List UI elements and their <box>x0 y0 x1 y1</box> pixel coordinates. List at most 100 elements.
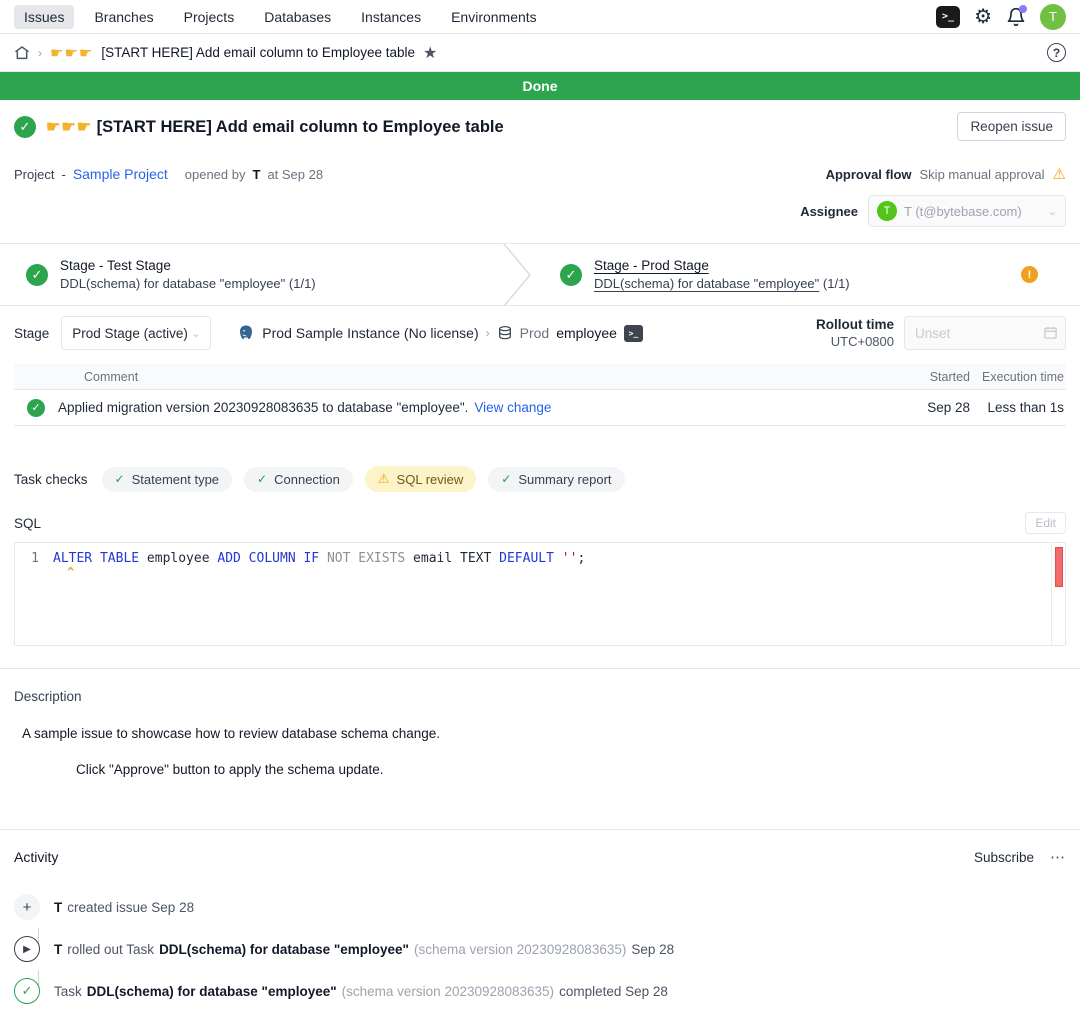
calendar-icon <box>1043 325 1058 340</box>
activity-label: Activity <box>14 849 58 865</box>
editor-warning-marker <box>1055 547 1063 587</box>
stage-warning-icon[interactable]: ! <box>1021 266 1038 283</box>
status-banner: Done <box>0 72 1080 100</box>
table-header: Comment Started Execution time <box>14 364 1066 390</box>
nav-actions: >_ ⚙ T <box>936 4 1066 30</box>
sql-editor-icon[interactable]: >_ <box>936 6 960 28</box>
check-pass-icon: ✓ <box>501 472 511 486</box>
open-sql-editor-icon[interactable]: >_ <box>624 325 643 342</box>
breadcrumb-title[interactable]: [START HERE] Add email column to Employe… <box>101 45 415 60</box>
nav-item-projects[interactable]: Projects <box>174 5 245 29</box>
nav-item-databases[interactable]: Databases <box>254 5 341 29</box>
sql-edit-button[interactable]: Edit <box>1025 512 1066 534</box>
user-avatar[interactable]: T <box>1040 4 1066 30</box>
check-circle-icon: ✓ <box>14 978 40 1004</box>
description-label: Description <box>14 689 1066 704</box>
nav-item-issues[interactable]: Issues <box>14 5 74 29</box>
breadcrumb-bar: › ☛☛☛ [START HERE] Add email column to E… <box>0 34 1080 72</box>
description-line: Click "Approve" button to apply the sche… <box>76 762 1066 777</box>
check-summary-report[interactable]: ✓ Summary report <box>488 467 624 492</box>
project-link[interactable]: Sample Project <box>73 166 168 182</box>
database-name[interactable]: employee <box>556 325 617 341</box>
stage-toolbar: Stage Prod Stage (active) ⌄ Prod Sample … <box>0 306 1080 362</box>
notifications-bell-icon[interactable] <box>1006 7 1026 27</box>
view-change-link[interactable]: View change <box>474 400 551 415</box>
line-number: 1 <box>15 551 53 566</box>
activity-item-rollout: ▶ T rolled out Task DDL(schema) for data… <box>14 928 1066 970</box>
settings-gear-icon[interactable]: ⚙ <box>974 7 992 27</box>
activity-feed: + T created issue Sep 28 ▶ T rolled out … <box>14 886 1066 1012</box>
rollout-time: Rollout time UTC+0800 <box>816 316 1066 350</box>
rollout-time-input[interactable] <box>904 316 1066 350</box>
pointer-emoji: ☛☛☛ <box>50 44 93 62</box>
check-statement-type[interactable]: ✓ Statement type <box>102 467 233 492</box>
opened-at-text: at Sep 28 <box>267 167 323 182</box>
task-run-table: Comment Started Execution time ✓ Applied… <box>14 364 1066 426</box>
nav-item-environments[interactable]: Environments <box>441 5 547 29</box>
check-sql-review[interactable]: ⚠ SQL review <box>365 466 476 492</box>
opened-by-text: opened by <box>185 167 246 182</box>
top-nav: Issues Branches Projects Databases Insta… <box>0 0 1080 34</box>
assignee-select[interactable]: T T (t@bytebase.com) ⌄ <box>868 195 1066 227</box>
table-row[interactable]: ✓ Applied migration version 202309280836… <box>14 390 1066 425</box>
nav-item-branches[interactable]: Branches <box>84 5 163 29</box>
check-pass-icon: ✓ <box>257 472 267 486</box>
more-options-icon[interactable]: ⋯ <box>1050 848 1066 866</box>
task-checks-label: Task checks <box>14 472 88 487</box>
stage-card-test[interactable]: ✓ Stage - Test Stage DDL(schema) for dat… <box>0 244 500 305</box>
rollout-timezone: UTC+0800 <box>816 334 894 351</box>
subscribe-button[interactable]: Subscribe <box>974 850 1034 865</box>
rollout-time-label: Rollout time <box>816 316 894 334</box>
database-env: Prod <box>520 325 550 341</box>
stage-select-label: Stage <box>14 326 49 341</box>
task-comment: Applied migration version 20230928083635… <box>58 400 468 415</box>
sql-section-header: SQL Edit <box>0 502 1080 542</box>
database-icon <box>497 325 513 341</box>
instance-name[interactable]: Prod Sample Instance (No license) <box>262 325 478 341</box>
warning-triangle-icon[interactable]: ⚠ <box>1053 165 1066 183</box>
notification-dot <box>1019 5 1027 13</box>
activity-section: Activity Subscribe ⋯ + T created issue S… <box>0 829 1080 1012</box>
activity-item-created: + T created issue Sep 28 <box>14 886 1066 928</box>
sql-editor[interactable]: 1 ALTER TABLE employee ADD COLUMN IF NOT… <box>14 542 1066 646</box>
description-line: A sample issue to showcase how to review… <box>22 726 1066 741</box>
star-icon[interactable]: ★ <box>423 43 437 63</box>
task-link[interactable]: DDL(schema) for database "employee" <box>594 276 819 291</box>
nav-tabs: Issues Branches Projects Databases Insta… <box>14 5 547 29</box>
plus-icon: + <box>14 894 40 920</box>
editor-scrollbar[interactable] <box>1051 543 1065 645</box>
col-execution-time: Execution time <box>970 370 1066 384</box>
chevron-right-icon: › <box>486 326 490 340</box>
check-warning-icon: ⚠ <box>378 471 390 487</box>
stage-done-check-icon: ✓ <box>560 264 582 286</box>
project-info: Project - Sample Project opened by T at … <box>14 166 323 182</box>
home-icon[interactable] <box>14 45 30 61</box>
issue-meta: Project - Sample Project opened by T at … <box>0 155 1080 244</box>
play-icon: ▶ <box>14 936 40 962</box>
sql-label: SQL <box>14 516 41 531</box>
stage-done-check-icon: ✓ <box>26 264 48 286</box>
approval-flow: Approval flow Skip manual approval ⚠ <box>826 165 1066 183</box>
stage-separator <box>500 244 534 305</box>
reopen-issue-button[interactable]: Reopen issue <box>957 112 1066 141</box>
task-execution-time: Less than 1s <box>970 400 1066 415</box>
stage-select[interactable]: Prod Stage (active) ⌄ <box>61 316 211 350</box>
help-icon[interactable]: ? <box>1047 43 1066 62</box>
postgres-icon <box>237 324 255 342</box>
sql-code-line: ALTER TABLE employee ADD COLUMN IF NOT E… <box>53 551 585 566</box>
check-connection[interactable]: ✓ Connection <box>244 467 353 492</box>
issue-title: ☛☛☛ [START HERE] Add email column to Emp… <box>46 117 504 137</box>
task-success-check-icon: ✓ <box>27 399 45 417</box>
sql-warning-caret: ^ <box>67 565 74 579</box>
stage-card-prod[interactable]: ✓ Stage - Prod Stage DDL(schema) for dat… <box>534 244 1080 305</box>
task-checks: Task checks ✓ Statement type ✓ Connectio… <box>0 426 1080 502</box>
approval-flow-label: Approval flow <box>826 167 912 182</box>
col-started: Started <box>912 370 970 384</box>
stage-title-link[interactable]: Stage - Prod Stage <box>594 258 850 273</box>
stage-select-value: Prod Stage (active) <box>72 326 188 341</box>
nav-item-instances[interactable]: Instances <box>351 5 431 29</box>
task-started: Sep 28 <box>912 400 970 415</box>
stage-subtitle: DDL(schema) for database "employee" (1/1… <box>594 276 850 291</box>
check-pass-icon: ✓ <box>115 472 125 486</box>
opened-by-user: T <box>252 167 260 182</box>
